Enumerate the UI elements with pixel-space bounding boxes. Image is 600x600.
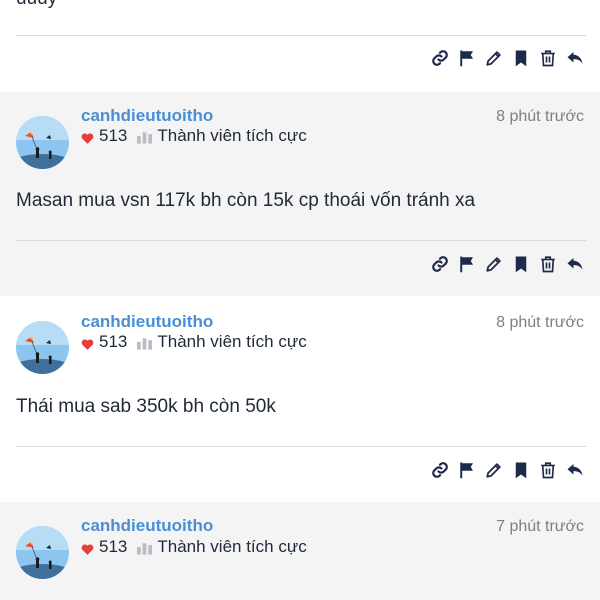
heart-icon [81,336,94,350]
post-content: Masan mua vsn 117k bh còn 15k cp thoái v… [16,190,476,211]
avatar[interactable] [16,321,69,374]
reply-icon[interactable] [566,461,584,479]
post-actions [431,49,584,67]
user-meta: 513 Thành viên tích cực [81,332,307,352]
divider [16,240,586,241]
heart-icon [81,130,94,144]
rank-icon [137,540,152,554]
divider [16,446,586,447]
like-count: 513 [99,537,128,556]
pencil-icon[interactable] [485,49,503,67]
trash-icon[interactable] [539,461,557,479]
post-card: canhdieutuoitho 8 phút trước 513 Thành v… [0,296,600,502]
like-count: 513 [99,332,128,351]
pencil-icon[interactable] [485,461,503,479]
user-meta: 513 Thành viên tích cực [81,126,307,146]
avatar[interactable] [16,526,69,579]
trash-icon[interactable] [539,255,557,273]
post-time: 8 phút trước [496,108,584,125]
avatar[interactable] [16,116,69,169]
pencil-icon[interactable] [485,255,503,273]
post-content: Thái mua sab 350k bh còn 50k [16,396,276,417]
post-actions [431,255,584,273]
rank-icon [137,335,152,349]
user-meta: 513 Thành viên tích cực [81,537,307,557]
flag-icon[interactable] [458,461,476,479]
post-card: canhdieutuoitho 7 phút trước 513 Thành v… [0,502,600,600]
post-card: canhdieutuoitho 8 phút trước 513 Thành v… [0,92,600,296]
previous-post-remnant: uuuy [0,0,600,92]
username[interactable]: canhdieutuoitho [81,516,213,536]
username[interactable]: canhdieutuoitho [81,106,213,126]
reply-icon[interactable] [566,49,584,67]
member-rank: Thành viên tích cực [157,537,307,556]
post-actions [431,461,584,479]
member-rank: Thành viên tích cực [157,332,307,351]
post-time: 8 phút trước [496,314,584,331]
trash-icon[interactable] [539,49,557,67]
link-icon[interactable] [431,255,449,273]
username[interactable]: canhdieutuoitho [81,312,213,332]
post-time: 7 phút trước [496,518,584,535]
link-icon[interactable] [431,49,449,67]
member-rank: Thành viên tích cực [157,126,307,145]
flag-icon[interactable] [458,49,476,67]
flag-icon[interactable] [458,255,476,273]
like-count: 513 [99,126,128,145]
bookmark-icon[interactable] [512,255,530,273]
divider [16,35,586,36]
reply-icon[interactable] [566,255,584,273]
heart-icon [81,541,94,555]
link-icon[interactable] [431,461,449,479]
bookmark-icon[interactable] [512,461,530,479]
rank-icon [137,129,152,143]
previous-post-content: uuuy [16,0,57,10]
bookmark-icon[interactable] [512,49,530,67]
